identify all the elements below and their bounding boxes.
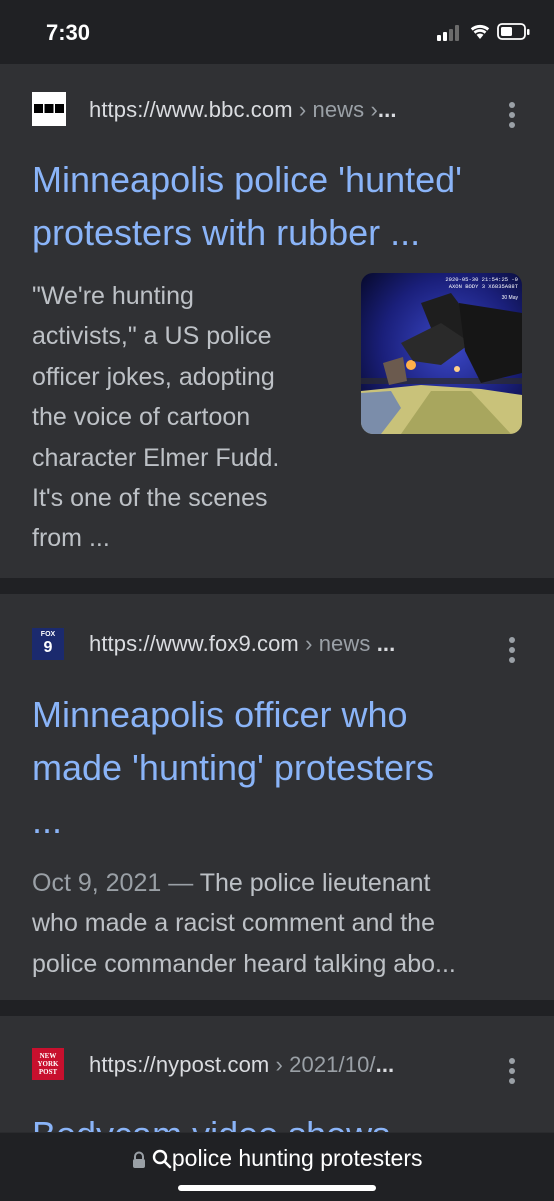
thumb-date: 30 May [502,295,519,301]
more-options-icon[interactable] [508,637,516,665]
snippet-line: who made a racist comment and the [32,909,435,938]
fox9-favicon-icon: FOX 9 [32,628,64,660]
snippet-line: Oct 9, 2021 — The police lieutenant [32,869,431,897]
status-bar: 7:30 [0,0,554,64]
snippet-line: the voice of cartoon [32,403,251,432]
home-indicator[interactable] [178,1185,376,1191]
result-title[interactable]: Minneapolis police 'hunted' protesters w… [32,153,522,259]
snippet-line: police commander heard talking abo... [32,949,456,978]
search-icon [152,1149,172,1169]
result-url[interactable]: https://www.bbc.com › news ›... [89,97,397,123]
snippet-line: It's one of the scenes [32,484,268,513]
snippet-line: activists," a US police [32,322,272,351]
result-snippet: "We're hunting activists," a US police o… [32,276,279,559]
nypost-favicon-icon: NEW YORK POST [32,1048,64,1080]
result-thumbnail[interactable]: 2020-05-30 21:54:25 -0 AXON BODY 3 X6835… [361,273,522,434]
result-url[interactable]: https://www.fox9.com › news ... [89,631,395,657]
battery-icon [497,23,530,40]
thumb-timestamp: 2020-05-30 21:54:25 -0 [445,276,518,283]
thumb-device: AXON BODY 3 X6835A88T [449,283,519,290]
result-title-line[interactable]: ... [32,794,522,847]
result-title-line[interactable]: protesters with rubber ... [32,206,522,259]
status-time: 7:30 [46,20,91,45]
snippet-line: "We're hunting [32,282,194,310]
result-title-line[interactable]: Minneapolis police 'hunted' [32,153,522,206]
result-title[interactable]: Minneapolis officer who made 'hunting' p… [32,688,522,847]
snippet-line: from ... [32,524,110,553]
result-title-line[interactable]: Minneapolis officer who [32,688,522,741]
browser-address-bar[interactable]: police hunting protesters [0,1132,554,1201]
wifi-icon [470,24,490,39]
bbc-favicon-icon [32,92,66,126]
more-options-icon[interactable] [508,102,516,130]
result-date: Oct 9, 2021 [32,869,162,897]
lock-icon [132,1151,145,1168]
address-field[interactable]: police hunting protesters [0,1145,554,1172]
search-result-fox9[interactable]: FOX 9 https://www.fox9.com › news ... Mi… [0,594,554,1000]
snippet-line: character Elmer Fudd. [32,443,280,472]
result-snippet: Oct 9, 2021 — The police lieutenant who … [32,863,456,984]
snippet-line: officer jokes, adopting [32,362,275,391]
result-url[interactable]: https://nypost.com › 2021/10/... [89,1052,394,1078]
more-options-icon[interactable] [508,1058,516,1086]
result-divider [0,1000,554,1016]
search-query[interactable]: police hunting protesters [172,1145,423,1171]
result-divider [0,578,554,594]
search-result-bbc[interactable]: https://www.bbc.com › news ›... Minneapo… [0,64,554,578]
result-title-line[interactable]: made 'hunting' protesters [32,741,522,794]
cellular-signal-icon [437,25,459,41]
